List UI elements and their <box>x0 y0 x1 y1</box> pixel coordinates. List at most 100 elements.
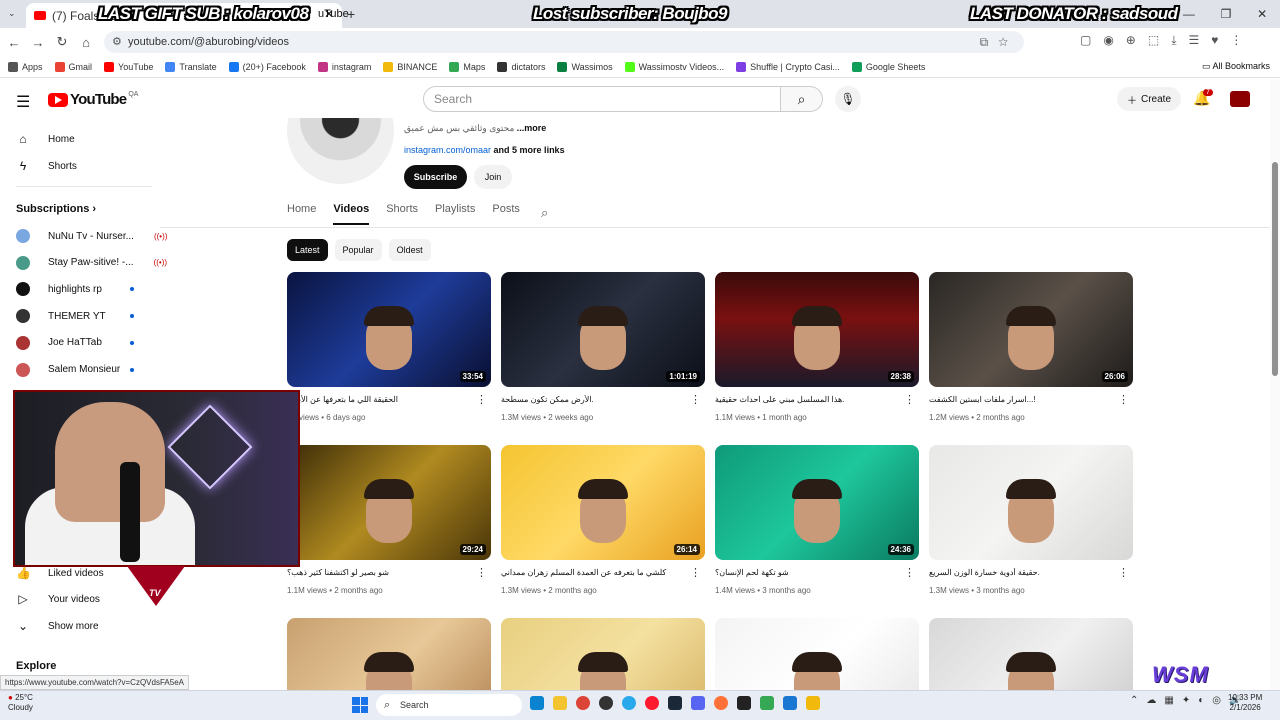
tab-close-icon[interactable]: ✕ <box>324 7 334 21</box>
tab-videos[interactable]: Videos <box>333 203 370 225</box>
sidebar-item-home[interactable]: ⌂ Home <box>16 132 74 146</box>
search-button[interactable]: ⌕ <box>781 86 823 112</box>
video-thumbnail[interactable]: 26:06 <box>929 272 1133 387</box>
bookmark-item[interactable]: Shuffle | Crypto Casi... <box>736 61 840 72</box>
discord-icon[interactable] <box>691 696 705 710</box>
video-card[interactable]: .حقيقة أدوية خسارة الوزن السريع 1.3M view… <box>929 445 1133 595</box>
steam-icon[interactable] <box>668 696 682 710</box>
edge-icon[interactable] <box>530 696 544 710</box>
more-options-icon[interactable]: ⋮ <box>904 566 915 579</box>
bookmark-star-icon[interactable]: ⧉☆ <box>980 31 1018 53</box>
windows-start-icon[interactable] <box>352 697 368 713</box>
subscribe-button[interactable]: Subscribe <box>404 165 467 189</box>
video-title[interactable]: كلشي ما بتعرفه عن العمدة المسلم زهران مم… <box>501 568 687 577</box>
video-thumbnail[interactable]: 1:01:19 <box>501 272 705 387</box>
video-title[interactable]: .حقيقة أدوية خسارة الوزن السريع <box>929 568 1115 577</box>
sidebar-show-more[interactable]: ⌄ Show more <box>16 619 99 633</box>
sidebar-subscription[interactable]: NuNu Tv - Nurser... ((•)) <box>16 229 167 243</box>
hamburger-menu-icon[interactable]: ☰ <box>16 92 30 112</box>
bookmark-item[interactable]: Gmail <box>54 61 92 72</box>
video-thumbnail[interactable] <box>929 445 1133 560</box>
sidebar-subscription[interactable]: Stay Paw-sitive! -... ((•)) <box>16 255 167 270</box>
taskbar-search[interactable]: ⌕ Search <box>376 694 522 716</box>
video-card[interactable]: 33:54 الحقيقة اللي ما بتعرفها عن الأبراج 1… <box>287 272 491 422</box>
chip-latest[interactable]: Latest <box>287 239 328 261</box>
sidebar-item-shorts[interactable]: ϟ Shorts <box>16 159 77 173</box>
sidebar-subscription[interactable]: THEMER YT <box>16 309 106 324</box>
video-title[interactable]: !...اسرار ملفات ابستين الكشفت <box>929 395 1115 404</box>
new-tab-icon[interactable]: + <box>347 6 355 22</box>
firefox-icon[interactable] <box>714 696 728 710</box>
bookmark-item[interactable]: Apps <box>8 61 43 72</box>
channel-description[interactable]: محتوى وثائقي بس مش عميق ...more <box>404 123 546 134</box>
chip-popular[interactable]: Popular <box>334 239 382 261</box>
opera-icon[interactable] <box>645 696 659 710</box>
bookmark-item[interactable]: Wassimostv Videos... <box>624 61 724 72</box>
voice-search-button[interactable]: 🎙 <box>835 86 861 112</box>
scrollbar-thumb[interactable] <box>1272 162 1278 376</box>
create-button[interactable]: ＋ Create <box>1117 87 1181 111</box>
video-title[interactable]: .الأرض ممكن تكون مسطحة <box>501 395 687 404</box>
bookmark-item[interactable]: dictators <box>497 61 545 72</box>
subscriptions-heading[interactable]: Subscriptions › <box>16 203 96 215</box>
extensions-area[interactable]: ▢◉⊕⬚⤓☰♥⋮ <box>1080 33 1254 48</box>
video-card[interactable]: 29:24 شو بصير لو اكتشفنا كثير ذهب؟ 1.1M vi… <box>287 445 491 595</box>
youtube-logo[interactable]: YouTube QA <box>48 91 138 108</box>
channel-search-icon[interactable]: ⌕ <box>541 205 548 221</box>
bookmark-item[interactable]: (20+) Facebook <box>228 61 306 72</box>
video-thumbnail[interactable]: 29:24 <box>287 445 491 560</box>
bookmark-item[interactable]: Google Sheets <box>851 61 925 72</box>
sidebar-subscription[interactable]: Joe HaTTab <box>16 335 102 350</box>
more-link[interactable]: ...more <box>517 123 547 133</box>
capcut-icon[interactable] <box>737 696 751 710</box>
video-thumbnail[interactable]: 28:38 <box>715 272 919 387</box>
instagram-link[interactable]: instagram.com/omaar <box>404 145 491 155</box>
search-input[interactable]: Search <box>423 86 781 112</box>
tab-posts[interactable]: Posts <box>492 203 520 225</box>
sidebar-item-liked[interactable]: 👍 Liked videos <box>16 566 104 580</box>
app-icon[interactable] <box>760 696 774 710</box>
address-bar[interactable]: ⚙ youtube.com/@aburobing/videos ⧉☆ <box>104 31 1024 53</box>
site-info-icon[interactable]: ⚙ <box>112 31 122 53</box>
sidebar-subscription[interactable]: highlights rp <box>16 282 102 297</box>
tab-playlists[interactable]: Playlists <box>435 203 475 225</box>
more-options-icon[interactable]: ⋮ <box>690 566 701 579</box>
bookmark-item[interactable]: YouTube <box>104 61 153 72</box>
more-options-icon[interactable]: ⋮ <box>476 393 487 406</box>
app-icon-2[interactable] <box>783 696 797 710</box>
video-title[interactable]: شو تكهة لحم الإنسان؟ <box>715 568 901 577</box>
binance-icon[interactable] <box>806 696 820 710</box>
video-card[interactable]: 1:01:19 .الأرض ممكن تكون مسطحة 1.3M views … <box>501 272 705 422</box>
more-links[interactable]: and 5 more links <box>494 145 565 155</box>
video-title[interactable]: الحقيقة اللي ما بتعرفها عن الأبراج <box>287 395 473 404</box>
video-thumbnail[interactable]: 24:36 <box>715 445 919 560</box>
more-options-icon[interactable]: ⋮ <box>904 393 915 406</box>
bookmark-item[interactable]: Translate <box>165 61 217 72</box>
sidebar-item-your-videos[interactable]: ▷ Your videos <box>16 592 100 606</box>
video-card[interactable]: 26:06 !...اسرار ملفات ابستين الكشفت 1.2M v… <box>929 272 1133 422</box>
join-button[interactable]: Join <box>474 165 512 189</box>
home-icon[interactable]: ⌂ <box>74 35 98 50</box>
video-title[interactable]: شو بصير لو اكتشفنا كثير ذهب؟ <box>287 568 473 577</box>
tab-search-icon[interactable]: ⌄ <box>8 8 16 19</box>
video-thumbnail[interactable]: 33:54 <box>287 272 491 387</box>
chrome-icon[interactable] <box>576 696 590 710</box>
maximize-icon[interactable]: ❐ <box>1221 7 1232 21</box>
reload-icon[interactable]: ↻ <box>50 34 74 50</box>
bookmark-item[interactable]: Wassimos <box>557 61 613 72</box>
video-card[interactable]: 28:38 .هذا المسلسل مبني على احداث حقيقية 1… <box>715 272 919 422</box>
file-explorer-icon[interactable] <box>553 696 567 710</box>
account-avatar[interactable] <box>1230 91 1250 107</box>
telegram-icon[interactable] <box>622 696 636 710</box>
video-title[interactable]: .هذا المسلسل مبني على احداث حقيقية <box>715 395 901 404</box>
more-options-icon[interactable]: ⋮ <box>1118 566 1129 579</box>
back-icon[interactable]: ← <box>2 35 26 50</box>
bookmark-item[interactable]: instagram <box>317 61 371 72</box>
close-window-icon[interactable]: ✕ <box>1257 7 1267 21</box>
more-options-icon[interactable]: ⋮ <box>1118 393 1129 406</box>
chip-oldest[interactable]: Oldest <box>388 239 431 261</box>
clock[interactable]: 10:33 PM 2/1/2026 <box>1228 693 1262 713</box>
tab-home[interactable]: Home <box>287 203 316 225</box>
all-bookmarks[interactable]: ▭ All Bookmarks <box>1202 61 1270 72</box>
video-card[interactable]: 24:36 شو تكهة لحم الإنسان؟ 1.4M views • 3 … <box>715 445 919 595</box>
